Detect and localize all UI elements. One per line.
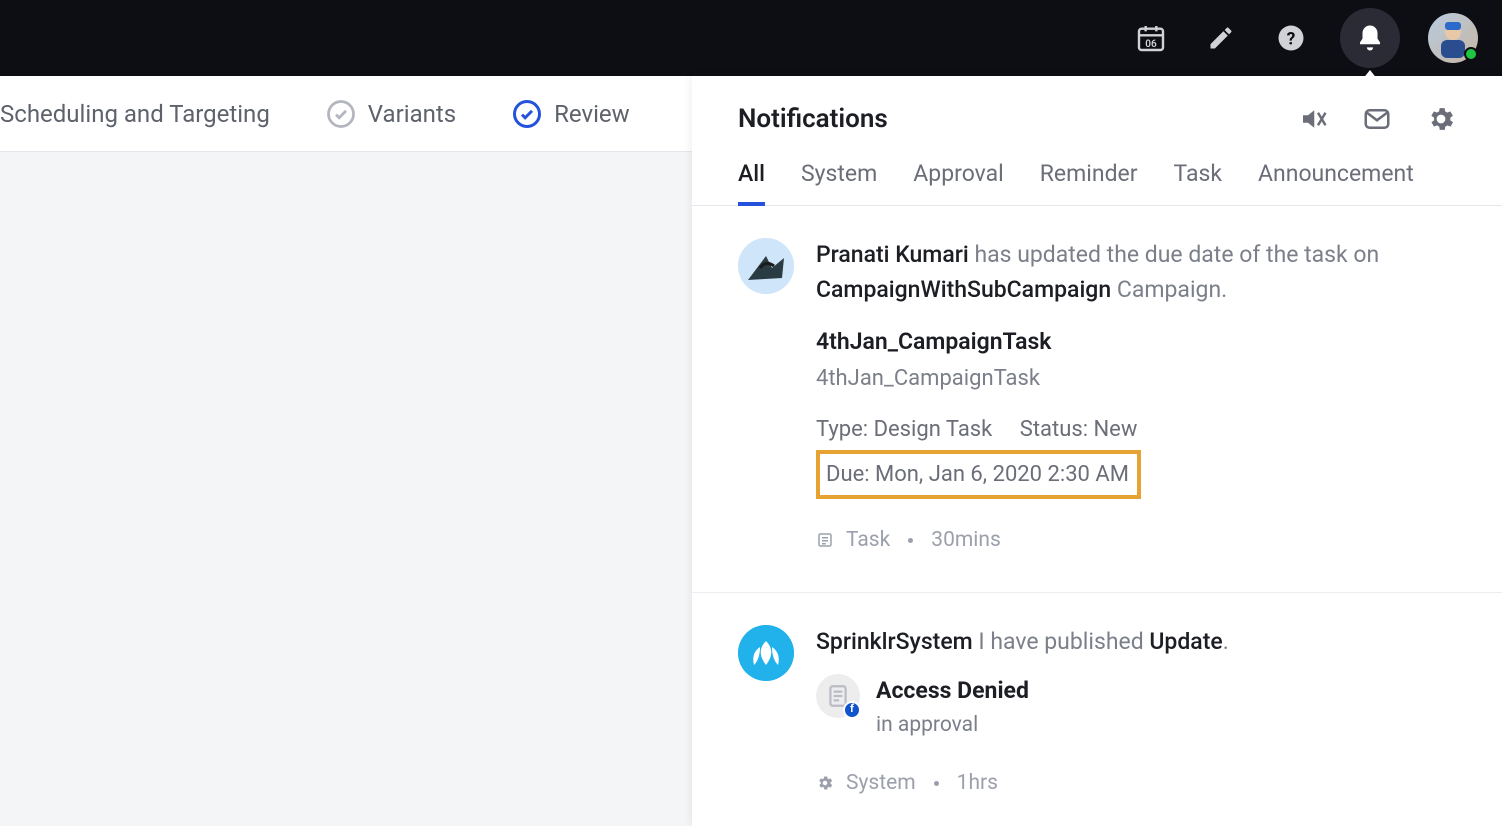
calendar-day: 06 xyxy=(1145,39,1156,50)
task-meta: Type: Design Task Status: New xyxy=(816,413,1379,446)
topbar: 06 ? xyxy=(0,0,1502,76)
check-circle-active-icon xyxy=(512,99,542,129)
access-subtitle: in approval xyxy=(876,710,1029,742)
calendar-icon[interactable]: 06 xyxy=(1130,17,1172,59)
help-icon[interactable]: ? xyxy=(1270,17,1312,59)
bell-icon[interactable] xyxy=(1340,8,1400,68)
type-label: Type: xyxy=(816,417,874,442)
step-variants-label: Variants xyxy=(368,100,456,128)
facebook-badge-icon: f xyxy=(843,701,861,719)
pencil-icon[interactable] xyxy=(1200,17,1242,59)
type-value: Design Task xyxy=(874,417,993,442)
notification-tabs: All System Approval Reminder Task Announ… xyxy=(692,148,1502,206)
age-label: 30mins xyxy=(931,525,1001,557)
notification-item[interactable]: SprinklrSystem I have published Update. … xyxy=(692,593,1502,826)
document-icon: f xyxy=(816,674,860,718)
step-review-label: Review xyxy=(554,100,630,128)
separator-dot xyxy=(934,781,939,786)
step-scheduling[interactable]: Scheduling and Targeting xyxy=(0,100,270,128)
step-scheduling-label: Scheduling and Targeting xyxy=(0,100,270,128)
category-row: Task 30mins xyxy=(816,525,1379,557)
user-avatar[interactable] xyxy=(1428,13,1478,63)
notification-avatar xyxy=(738,238,794,294)
tab-all[interactable]: All xyxy=(738,160,765,205)
list-icon xyxy=(816,531,834,549)
separator-dot xyxy=(908,538,913,543)
due-highlight: Due: Mon, Jan 6, 2020 2:30 AM xyxy=(816,450,1141,499)
object-suffix: Campaign. xyxy=(1111,276,1227,303)
due-label: Due: xyxy=(826,462,875,487)
envelope-icon[interactable] xyxy=(1362,104,1392,134)
due-value: Mon, Jan 6, 2020 2:30 AM xyxy=(875,462,1129,487)
step-review[interactable]: Review xyxy=(512,99,630,129)
verb-text: has updated the due date of the task on xyxy=(969,241,1380,268)
step-variants[interactable]: Variants xyxy=(326,99,456,129)
notifications-panel: Notifications xyxy=(692,76,1502,826)
notification-item[interactable]: Pranati Kumari has updated the due date … xyxy=(692,206,1502,593)
task-subtitle: 4thJan_CampaignTask xyxy=(816,362,1379,395)
verb-text: I have published xyxy=(973,628,1150,655)
svg-text:?: ? xyxy=(1287,29,1296,49)
access-title: Access Denied xyxy=(876,674,1029,709)
tab-approval[interactable]: Approval xyxy=(913,160,1003,205)
tab-announcement[interactable]: Announcement xyxy=(1258,160,1414,205)
category-label: Task xyxy=(846,525,890,557)
actor-name: SprinklrSystem xyxy=(816,628,973,655)
panel-title: Notifications xyxy=(738,104,888,134)
check-circle-icon xyxy=(326,99,356,129)
mute-icon[interactable] xyxy=(1298,104,1328,134)
object-name: Update xyxy=(1149,628,1222,655)
tab-task[interactable]: Task xyxy=(1174,160,1223,205)
notification-message: SprinklrSystem I have published Update. xyxy=(816,625,1229,660)
task-title: 4thJan_CampaignTask xyxy=(816,325,1379,360)
tab-system[interactable]: System xyxy=(801,160,877,205)
category-row: System 1hrs xyxy=(816,768,1229,800)
gear-small-icon xyxy=(816,774,834,792)
age-label: 1hrs xyxy=(957,768,998,800)
status-value: New xyxy=(1093,417,1137,442)
tab-reminder[interactable]: Reminder xyxy=(1040,160,1138,205)
notification-message: Pranati Kumari has updated the due date … xyxy=(816,238,1379,307)
status-label: Status: xyxy=(1020,417,1094,442)
gear-icon[interactable] xyxy=(1426,104,1456,134)
presence-indicator xyxy=(1464,47,1478,61)
suffix-text: . xyxy=(1223,628,1229,655)
notification-list: Pranati Kumari has updated the due date … xyxy=(692,206,1502,826)
category-label: System xyxy=(846,768,916,800)
object-name: CampaignWithSubCampaign xyxy=(816,276,1111,303)
notification-avatar xyxy=(738,625,794,681)
actor-name: Pranati Kumari xyxy=(816,241,969,268)
